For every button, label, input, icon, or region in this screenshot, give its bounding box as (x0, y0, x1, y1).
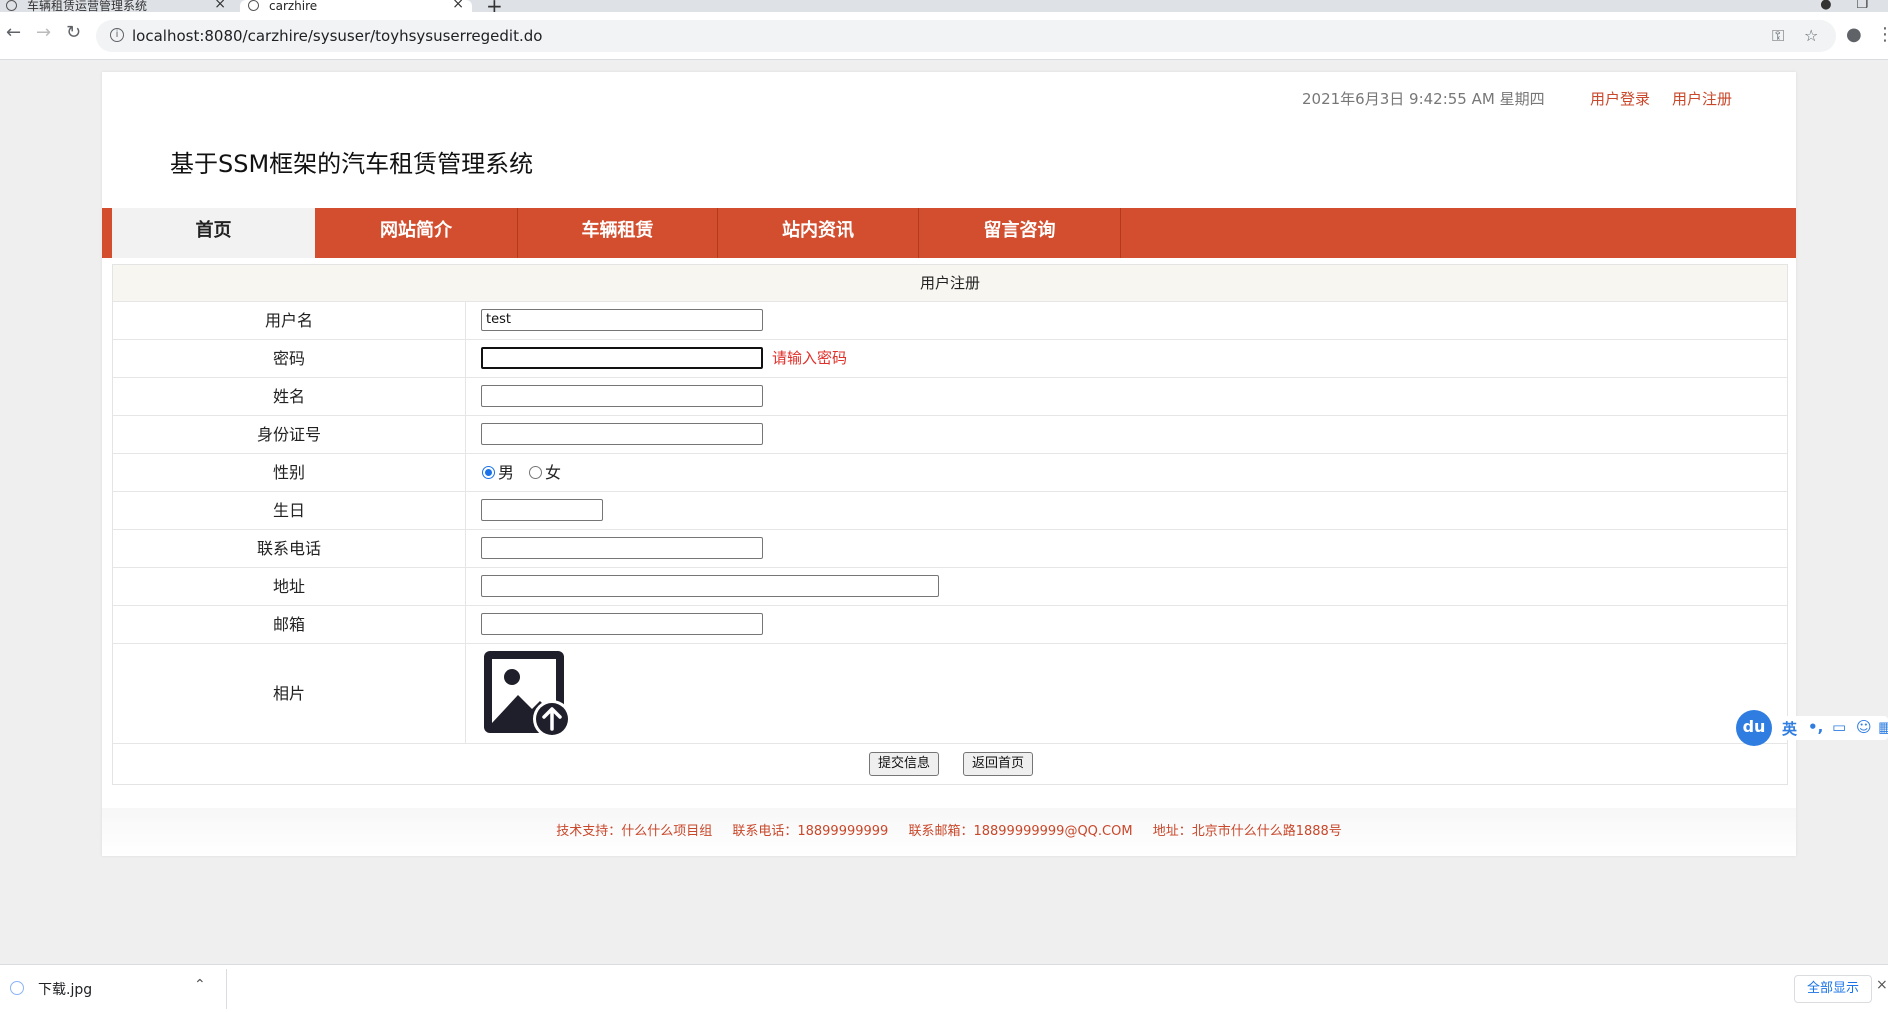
address-label: 地址 (113, 568, 466, 605)
register-form: 用户注册 用户名 test 密码 请输入密码 姓名 身份证号 性别 男 女 生日… (112, 264, 1788, 785)
nav-item-rental[interactable]: 车辆租赁 (518, 208, 718, 258)
browser-tab-bar: 车辆租赁运营管理系统 × carzhire × + ● ❐ (0, 0, 1888, 18)
nav-item-messages[interactable]: 留言咨询 (919, 208, 1121, 258)
email-label: 邮箱 (113, 606, 466, 643)
phone-input[interactable] (481, 537, 763, 559)
site-title: 基于SSM框架的汽车租赁管理系统 (170, 150, 534, 178)
page-container: 2021年6月3日 9:42:55 AM 星期四 用户登录 用户注册 基于SSM… (102, 72, 1796, 856)
main-nav: 首页 网站简介 车辆租赁 站内资讯 留言咨询 (102, 208, 1796, 258)
phone-row: 联系电话 (113, 530, 1787, 568)
address-row: 地址 (113, 568, 1787, 606)
password-label: 密码 (113, 340, 466, 377)
gender-male-radio[interactable] (482, 466, 495, 479)
tab-title: carzhire (269, 0, 318, 12)
url-text: localhost:8080/carzhire/sysuser/toyhsysu… (132, 27, 543, 45)
ime-toolbar[interactable]: du 英 •, ▭ ☺ ▦ (1736, 708, 1888, 748)
address-input[interactable] (481, 575, 939, 597)
address-bar[interactable]: i localhost:8080/carzhire/sysuser/toyhsy… (96, 20, 1836, 52)
window-controls-icon[interactable]: ● ❐ (1820, 0, 1868, 12)
ime-logo[interactable]: du (1736, 710, 1772, 746)
footer-address: 地址：北京市什么什么路1888号 (1152, 824, 1342, 839)
birthday-row: 生日 (113, 492, 1787, 530)
globe-icon (6, 0, 17, 11)
globe-icon (248, 0, 259, 11)
browser-tab-1[interactable]: 车辆租赁运营管理系统 × (6, 0, 234, 12)
reload-icon[interactable]: ↻ (66, 22, 81, 43)
ime-bar: 英 •, ▭ ☺ ▦ (1772, 716, 1888, 740)
image-upload-icon[interactable] (482, 649, 572, 739)
footer-email: 联系邮箱：18899999999@QQ.COM (908, 824, 1133, 839)
name-row: 姓名 (113, 378, 1787, 416)
footer-phone: 联系电话：18899999999 (732, 824, 889, 839)
browser-tab-2[interactable]: carzhire × (240, 0, 472, 12)
datetime-text: 2021年6月3日 9:42:55 AM 星期四 (1302, 90, 1545, 108)
photo-label: 相片 (113, 644, 466, 743)
star-icon[interactable]: ☆ (1804, 26, 1818, 45)
email-input[interactable] (481, 613, 763, 635)
close-tab-icon[interactable]: × (214, 0, 226, 11)
show-all-button[interactable]: 全部显示 (1794, 975, 1873, 1003)
button-row: 提交信息 返回首页 (113, 744, 1787, 784)
gender-label: 性别 (113, 454, 466, 491)
name-input[interactable] (481, 385, 763, 407)
keyboard-icon[interactable]: ▭ (1832, 718, 1846, 736)
close-icon[interactable]: × (1876, 977, 1888, 993)
gender-female-radio[interactable] (529, 466, 542, 479)
browser-toolbar: ← → ↻ i localhost:8080/carzhire/sysuser/… (0, 12, 1888, 60)
login-link[interactable]: 用户登录 (1590, 88, 1650, 109)
ime-lang[interactable]: 英 (1782, 718, 1797, 739)
nav-item-home[interactable]: 首页 (112, 208, 315, 258)
id-number-row: 身份证号 (113, 416, 1787, 454)
id-number-label: 身份证号 (113, 416, 466, 453)
footer-support: 技术支持：什么什么项目组 (556, 824, 713, 839)
phone-label: 联系电话 (113, 530, 466, 567)
back-home-button[interactable]: 返回首页 (963, 752, 1034, 776)
gender-male-label: 男 (498, 463, 515, 482)
file-icon (10, 981, 24, 995)
footer: 技术支持：什么什么项目组 联系电话：18899999999 联系邮箱：18899… (102, 808, 1796, 856)
register-link[interactable]: 用户注册 (1672, 88, 1732, 109)
menu-icon[interactable]: ⋮ (1876, 24, 1888, 45)
user-icon[interactable]: ☺ (1856, 718, 1872, 736)
username-input[interactable]: test (481, 309, 763, 331)
tab-title: 车辆租赁运营管理系统 (27, 0, 148, 12)
username-row: 用户名 test (113, 302, 1787, 340)
username-label: 用户名 (113, 302, 466, 339)
download-bar: 下载.jpg ⌃ 全部显示 × (0, 964, 1888, 1012)
birthday-label: 生日 (113, 492, 466, 529)
back-icon[interactable]: ← (6, 22, 21, 43)
download-file-name[interactable]: 下载.jpg (38, 979, 92, 999)
password-input[interactable] (481, 347, 763, 369)
submit-button[interactable]: 提交信息 (869, 752, 940, 776)
birthday-input[interactable] (481, 499, 603, 521)
name-label: 姓名 (113, 378, 466, 415)
nav-item-news[interactable]: 站内资讯 (718, 208, 919, 258)
close-tab-icon[interactable]: × (452, 0, 464, 11)
chevron-up-icon[interactable]: ⌃ (194, 977, 206, 993)
password-error: 请输入密码 (772, 349, 848, 367)
nav-item-about[interactable]: 网站简介 (315, 208, 518, 258)
photo-row: 相片 (113, 644, 1787, 744)
punctuation-icon[interactable]: •, (1808, 718, 1823, 736)
id-number-input[interactable] (481, 423, 763, 445)
divider (226, 969, 227, 1009)
gender-row: 性别 男 女 (113, 454, 1787, 492)
key-icon[interactable]: ⚿ (1772, 26, 1784, 46)
info-icon[interactable]: i (110, 28, 124, 42)
profile-icon[interactable]: ● (1846, 24, 1862, 45)
grid-icon[interactable]: ▦ (1878, 718, 1888, 736)
gender-female-label: 女 (545, 463, 562, 482)
forward-icon[interactable]: → (36, 22, 51, 43)
password-row: 密码 请输入密码 (113, 340, 1787, 378)
form-title: 用户注册 (113, 265, 1787, 302)
email-row: 邮箱 (113, 606, 1787, 644)
